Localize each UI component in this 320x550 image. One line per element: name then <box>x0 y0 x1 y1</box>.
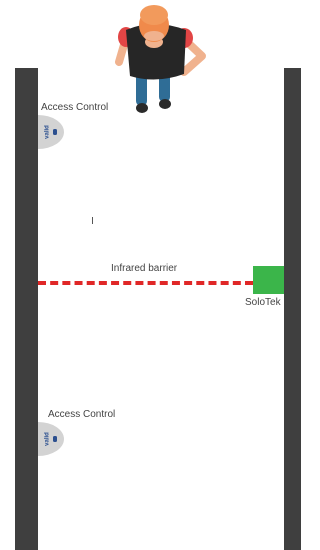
reader-icon: valid <box>38 115 64 149</box>
person-icon <box>115 5 206 113</box>
left-wall <box>15 68 38 550</box>
infrared-barrier <box>38 281 253 285</box>
solotek-sensor <box>253 266 284 294</box>
sensor-label: SoloTek <box>245 297 281 308</box>
reader-icon: valid <box>38 422 64 456</box>
reader-badge-text: valid <box>45 432 51 446</box>
reader-badge-text: valid <box>45 125 51 139</box>
barrier-label: Infrared barrier <box>111 263 178 274</box>
reader-label: Access Control <box>48 409 116 420</box>
right-wall <box>284 68 301 550</box>
reader-label: Access Control <box>41 102 109 113</box>
tick-mark <box>92 217 93 224</box>
